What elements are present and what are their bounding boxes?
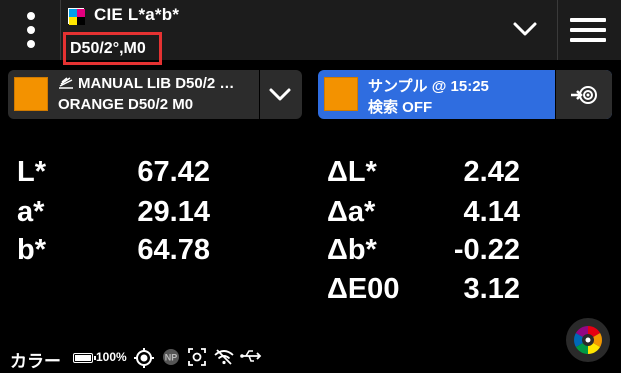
measure-target-icon [571, 85, 597, 104]
battery-icon [73, 353, 96, 363]
chevron-down-icon[interactable] [510, 16, 540, 42]
delta-e00-value: 3.12 [463, 273, 520, 305]
standard-selector[interactable]: MANUAL LIB D50/2 … ORANGE D50/2 M0 [8, 70, 302, 119]
delta-a-value: 4.14 [463, 196, 520, 228]
kebab-menu-icon[interactable] [14, 10, 48, 50]
status-bar: カラー 100% NP [0, 340, 621, 373]
delta-a-label: Δa* [327, 196, 376, 228]
a-label: a* [17, 196, 45, 228]
a-value: 29.14 [137, 196, 210, 228]
hamburger-icon[interactable] [570, 18, 606, 42]
measure-button[interactable] [556, 70, 612, 119]
sample-selector[interactable]: サンプル @ 15:25 検索 OFF [318, 70, 612, 119]
top-bar: CIE L*a*b* D50/2°,M0 [0, 0, 621, 65]
delta-l-label: ΔL* [327, 156, 377, 188]
battery-level: 100% [96, 350, 127, 364]
color-wheel-icon [574, 326, 602, 354]
sample-time: サンプル @ 15:25 [368, 78, 489, 95]
delta-e00-label: ΔE00 [327, 273, 400, 305]
panel-divider [259, 70, 260, 119]
standard-line1-wrap: MANUAL LIB D50/2 … [58, 75, 234, 92]
l-value: 67.42 [137, 156, 210, 188]
color-wheel-button[interactable] [566, 318, 610, 362]
delta-b-label: Δb* [327, 234, 377, 266]
delta-l-value: 2.42 [463, 156, 520, 188]
standard-name: ORANGE D50/2 M0 [58, 96, 194, 113]
library-icon [59, 77, 73, 89]
illuminant-observer-text: D50/2°,M0 [70, 39, 146, 57]
usb-icon [240, 350, 262, 362]
mode-title[interactable]: CIE L*a*b* [94, 5, 179, 25]
target-icon [134, 348, 154, 368]
top-divider [60, 0, 61, 60]
b-label: b* [17, 234, 46, 266]
l-label: L* [17, 156, 46, 188]
search-status: 検索 OFF [368, 99, 433, 116]
svg-text:NP: NP [165, 353, 178, 363]
wifi-off-icon [214, 349, 234, 365]
standard-swatch [14, 77, 48, 111]
delta-b-value: -0.22 [453, 234, 520, 266]
chevron-down-icon[interactable] [266, 82, 294, 106]
np-icon: NP [163, 349, 179, 365]
standard-library-name: MANUAL LIB D50/2 … [78, 75, 235, 92]
cmyk-squares-icon [68, 8, 85, 25]
b-value: 64.78 [137, 234, 210, 266]
sample-swatch [324, 77, 358, 111]
illuminant-observer-setting[interactable]: D50/2°,M0 [63, 32, 162, 65]
top-divider-right [557, 0, 558, 60]
status-mode-label: カラー [10, 352, 61, 371]
camera-focus-icon [188, 348, 206, 366]
